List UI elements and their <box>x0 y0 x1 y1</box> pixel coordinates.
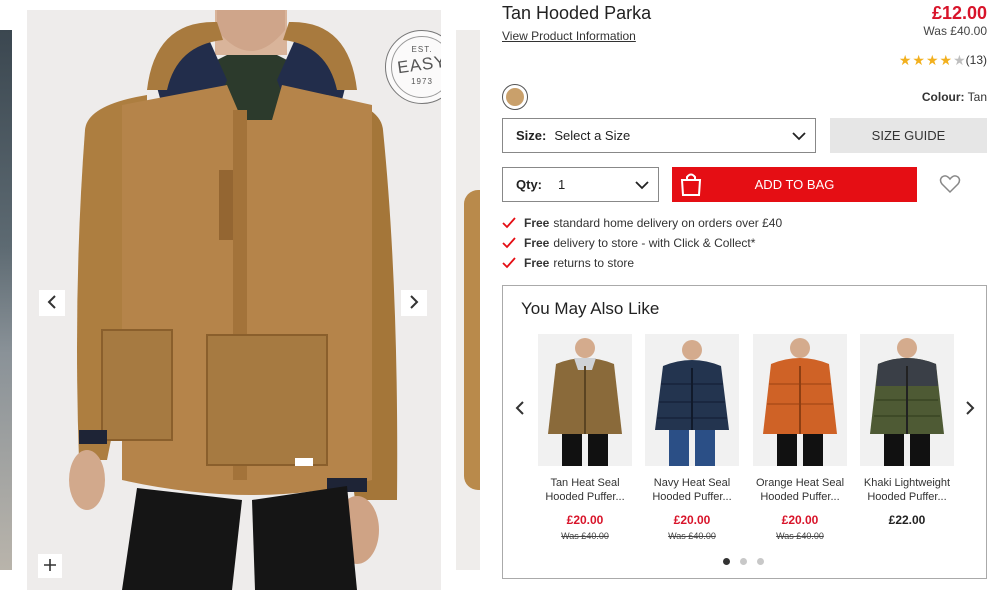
plus-icon <box>43 558 57 575</box>
product-was-price: Was £40.00 <box>668 531 716 541</box>
benefit-bold: Free <box>524 236 550 250</box>
parka-illustration <box>69 10 398 590</box>
recommendations-title: You May Also Like <box>521 299 660 318</box>
carousel-prev-button[interactable] <box>511 398 529 420</box>
product-thumbnail <box>860 334 954 466</box>
carousel-pagination <box>723 558 764 565</box>
colour-value: Tan <box>967 90 987 104</box>
colour-label: Colour: <box>921 90 965 104</box>
pagination-dot[interactable] <box>723 558 730 565</box>
previous-image-peek <box>0 30 12 570</box>
recommended-product-card[interactable]: Khaki Lightweight Hooded Puffer... £22.00 <box>860 334 954 527</box>
carousel-next-button[interactable] <box>961 398 979 420</box>
product-name: Tan Heat Seal Hooded Puffer... <box>545 477 625 503</box>
product-thumbnail <box>538 334 632 466</box>
product-price: £20.00 <box>781 513 819 527</box>
star-icon: ★ <box>953 52 966 68</box>
recommended-product-card[interactable]: Navy Heat Seal Hooded Puffer... £20.00 Wa… <box>645 334 739 541</box>
product-was-price: Was £40.00 <box>776 531 824 541</box>
product-thumbnail <box>753 334 847 466</box>
benefit-item: Free returns to store <box>502 253 782 273</box>
product-was-price: Was £40.00 <box>561 531 609 541</box>
size-label: Size: <box>516 128 547 143</box>
product-price: £20.00 <box>566 513 604 527</box>
chevron-down-icon <box>634 177 650 196</box>
you-may-also-like-carousel: You May Also Like Tan Heat Seal Hooded Pu… <box>502 285 987 579</box>
next-image-peek <box>456 30 480 570</box>
product-name: Orange Heat Seal Hooded Puffer... <box>755 477 845 503</box>
checkmark-icon <box>502 257 524 269</box>
benefit-text: standard home delivery on orders over £4… <box>553 216 783 230</box>
product-name: Navy Heat Seal Hooded Puffer... <box>652 477 732 503</box>
benefit-bold: Free <box>524 216 550 230</box>
product-name: Khaki Lightweight Hooded Puffer... <box>863 477 951 503</box>
quantity-select[interactable]: Qty: 1 <box>502 167 659 202</box>
view-product-information-link[interactable]: View Product Information <box>502 29 636 43</box>
pagination-dot[interactable] <box>757 558 764 565</box>
was-price: Was £40.00 <box>923 24 987 38</box>
gallery-next-button[interactable] <box>401 290 427 316</box>
star-icon: ★ <box>925 52 939 68</box>
current-price: £12.00 <box>931 3 987 23</box>
wishlist-button[interactable] <box>938 173 962 197</box>
star-rating[interactable]: ★ ★ ★ ★ ★ (13) <box>898 53 987 67</box>
badge-year-text: 1973 <box>411 77 433 86</box>
qty-value: 1 <box>558 177 566 192</box>
chevron-down-icon <box>791 128 807 147</box>
size-select[interactable]: Size: Select a Size <box>502 118 816 153</box>
star-icon: ★ <box>912 52 925 68</box>
star-icon: ★ <box>939 52 953 68</box>
chevron-right-icon <box>409 294 419 312</box>
pagination-dot[interactable] <box>740 558 747 565</box>
benefit-item: Free delivery to store - with Click & Co… <box>502 233 782 253</box>
chevron-right-icon <box>965 400 975 419</box>
recommended-product-card[interactable]: Tan Heat Seal Hooded Puffer... £20.00 Was… <box>538 334 632 541</box>
colour-swatch-tan[interactable] <box>502 84 528 110</box>
product-image-gallery: EST. EASY 1973 <box>0 0 480 600</box>
benefit-text: returns to store <box>553 256 635 270</box>
colour-indicator: Colour: Tan <box>922 90 987 104</box>
size-value: Select a Size <box>554 128 631 143</box>
product-price: £20.00 <box>673 513 711 527</box>
review-count: (13) <box>965 53 987 67</box>
zoom-button[interactable] <box>38 554 62 578</box>
product-thumbnail <box>645 334 739 466</box>
product-price: £22.00 <box>888 513 926 527</box>
add-to-bag-button[interactable]: ADD TO BAG <box>672 167 917 202</box>
recommended-product-card[interactable]: Orange Heat Seal Hooded Puffer... £20.00 … <box>753 334 847 541</box>
gallery-prev-button[interactable] <box>39 290 65 316</box>
swatch-color-dot <box>506 88 524 106</box>
checkmark-icon <box>502 237 524 249</box>
checkmark-icon <box>502 217 524 229</box>
chevron-left-icon <box>47 294 57 312</box>
main-product-image[interactable]: EST. EASY 1973 <box>27 10 441 590</box>
benefit-bold: Free <box>524 256 550 270</box>
benefit-text: delivery to store - with Click & Collect… <box>553 236 756 250</box>
heart-icon <box>939 174 961 197</box>
delivery-benefits-list: Free standard home delivery on orders ov… <box>502 213 782 273</box>
chevron-left-icon <box>515 400 525 419</box>
product-title: Tan Hooded Parka <box>502 3 652 23</box>
qty-label: Qty: <box>516 177 542 192</box>
benefit-item: Free standard home delivery on orders ov… <box>502 213 782 233</box>
size-guide-button[interactable]: SIZE GUIDE <box>830 118 987 153</box>
add-to-bag-label: ADD TO BAG <box>754 177 835 192</box>
star-icon: ★ <box>898 52 912 68</box>
